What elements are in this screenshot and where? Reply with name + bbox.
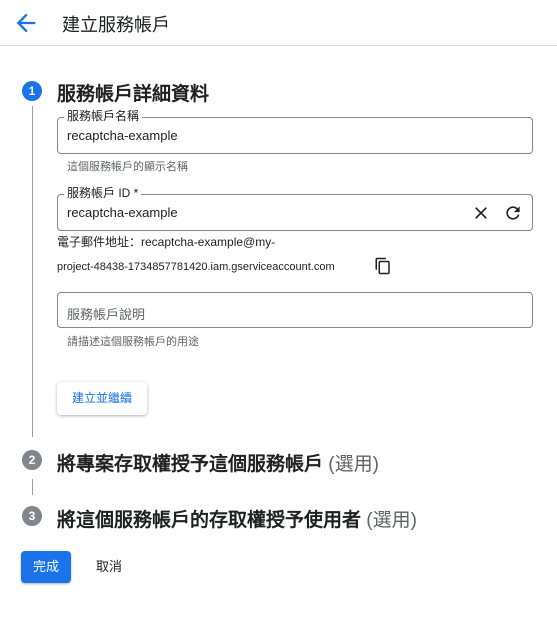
step-1-title[interactable]: 服務帳戶詳細資料 — [57, 79, 209, 106]
service-account-name-label: 服務帳戶名稱 — [64, 109, 143, 123]
step-2-number: 2 — [22, 450, 42, 470]
step-3-title[interactable]: 將這個服務帳戶的存取權授予使用者 (選用) — [57, 505, 417, 532]
page-title: 建立服務帳戶 — [62, 15, 170, 35]
arrow-back-icon — [16, 13, 36, 33]
step-3-optional: (選用) — [366, 510, 417, 531]
step-connector-2 — [32, 479, 33, 495]
service-account-description-field[interactable]: 服務帳戶說明 — [57, 292, 533, 328]
step-1-title-text: 服務帳戶詳細資料 — [57, 84, 210, 105]
service-account-id-value[interactable]: recaptcha-example — [67, 205, 178, 220]
create-and-continue-button[interactable]: 建立並繼續 — [57, 382, 147, 415]
cancel-button[interactable]: 取消 — [84, 551, 134, 583]
back-button[interactable] — [12, 9, 40, 37]
clear-id-button[interactable] — [471, 203, 491, 223]
step-1-number: 1 — [22, 81, 42, 101]
step-2-title-text: 將專案存取權授予這個服務帳戶 — [57, 454, 324, 475]
step-connector-1 — [32, 106, 33, 437]
service-account-description-placeholder: 服務帳戶說明 — [67, 307, 146, 322]
refresh-icon — [506, 206, 520, 220]
service-account-name-hint: 這個服務帳戶的顯示名稱 — [67, 161, 188, 173]
regenerate-id-button[interactable] — [503, 203, 523, 223]
step-3-number: 3 — [22, 506, 42, 526]
email-address-line-2: project-48438-1734857781420.iam.gservice… — [57, 261, 335, 273]
service-account-name-field[interactable]: 服務帳戶名稱 recaptcha-example — [57, 109, 533, 154]
step-3-title-text: 將這個服務帳戶的存取權授予使用者 — [57, 510, 362, 531]
service-account-id-field[interactable]: 服務帳戶 ID * recaptcha-example — [57, 186, 533, 231]
email-address-line-1: 電子郵件地址：recaptcha-example@my- — [57, 235, 276, 249]
done-button[interactable]: 完成 — [21, 551, 71, 583]
step-2-title[interactable]: 將專案存取權授予這個服務帳戶 (選用) — [57, 449, 379, 476]
page-header: 建立服務帳戶 — [0, 0, 557, 46]
close-icon — [475, 207, 487, 219]
copy-icon — [375, 257, 390, 275]
service-account-name-value[interactable]: recaptcha-example — [67, 128, 178, 143]
copy-email-button[interactable] — [374, 257, 392, 275]
service-account-description-hint: 請描述這個服務帳戶的用途 — [67, 336, 199, 348]
step-2-optional: (選用) — [328, 454, 379, 475]
service-account-id-label: 服務帳戶 ID * — [64, 186, 142, 200]
